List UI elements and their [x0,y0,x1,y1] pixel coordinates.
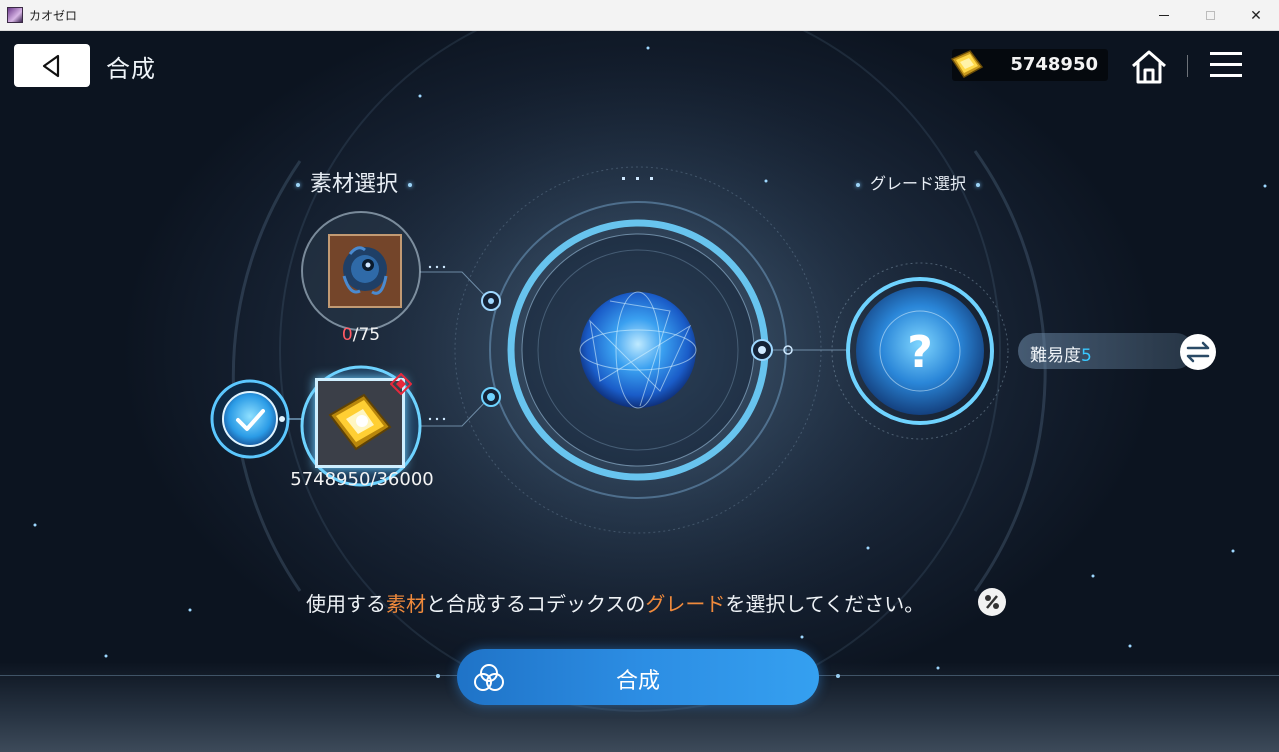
owned-count: 0 [341,325,353,345]
minimize-button[interactable] [1141,0,1187,31]
label-dot [856,182,860,187]
window-titlebar: カオゼロ ✕ [0,0,1279,31]
window-title: カオゼロ [29,8,78,23]
question-glyph: ? [907,327,933,378]
window-controls: ✕ [1141,0,1279,31]
red-diamond-badge-icon [390,373,412,395]
grade-select-button[interactable]: ? [856,287,984,415]
menu-icon-bar [1210,74,1242,77]
instruction-part: 使用する [306,592,386,616]
instruction-part: と合成するコデックスの [426,592,646,616]
grade-select-label: グレード選択 [846,170,990,194]
maximize-icon [1205,11,1215,20]
currency-value: 5748950 [1010,54,1098,75]
minimize-icon [1159,15,1169,16]
check-icon [236,409,265,431]
instruction-highlight-grade: グレード [645,592,726,616]
material-slot-gold-crystal[interactable] [302,367,420,485]
blue-creature-icon [342,246,388,295]
page-title: 合成 [106,55,156,83]
material-select-label: 素材選択 [286,166,422,198]
instruction-part: を選択してください。 [725,592,925,616]
material-item-frame [328,234,402,308]
home-button[interactable] [1130,48,1168,86]
close-button[interactable]: ✕ [1233,0,1279,31]
difficulty-value: 5 [1081,346,1092,366]
synthesize-button[interactable]: 合成 [457,649,819,705]
menu-icon-bar [1210,52,1242,55]
required-count: /75 [352,325,381,345]
grade-select-text: グレード選択 [870,174,967,193]
material-slot-creature[interactable] [302,212,420,330]
percent-icon [985,595,999,609]
menu-icon-bar [1210,63,1242,66]
menu-button[interactable] [1210,52,1242,80]
label-dot [296,183,300,187]
label-dot [408,183,413,187]
difficulty-text: 難易度 [1030,346,1081,366]
material-select-text: 素材選択 [310,172,399,197]
label-dot [976,182,981,187]
probability-info-button[interactable] [978,588,1006,616]
instruction-text: 使用する素材と合成するコデックスのグレードを選択してください。 [306,588,924,617]
gold-material-count: 5748950/36000 [290,469,434,490]
creature-material-count: 0/75 [322,325,400,345]
difficulty-label: 難易度5 [1030,341,1092,366]
question-icon: ? [907,327,933,378]
difficulty-swap-button[interactable] [1180,334,1216,370]
instruction-highlight-material: 素材 [386,592,426,616]
synthesize-label: 合成 [615,669,660,694]
back-button[interactable] [14,44,90,87]
swap-icon [1186,341,1210,363]
material-selected-check[interactable] [214,383,286,455]
header-divider [1187,55,1188,77]
app-icon [7,7,23,23]
back-arrow-icon [42,54,60,77]
gold-crystal-icon [950,50,984,78]
game-area: 合成 5748950 素材選択 グレード選択 0/75 5748950/3600… [0,31,1279,752]
background-decoration [33,31,1267,712]
maximize-button [1187,0,1233,31]
